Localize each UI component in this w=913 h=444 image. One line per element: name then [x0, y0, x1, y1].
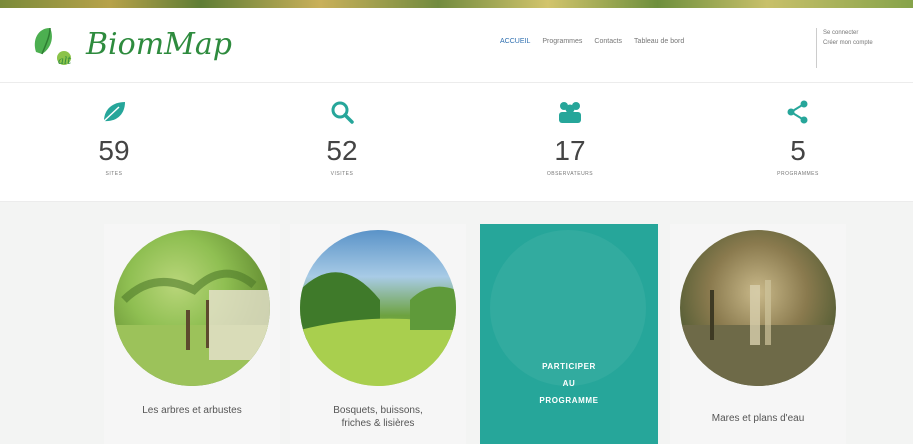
leaf-icon: [103, 102, 125, 122]
stat-value: 59: [98, 135, 130, 166]
habitat-cards: Les arbres et arbustes Bosquets, buisson…: [0, 202, 913, 444]
stat-label: SITES: [105, 171, 123, 177]
pond-photo: [680, 230, 836, 386]
stat-value: 5: [790, 135, 806, 166]
stat-sites: 59 SITES: [0, 83, 228, 203]
top-banner-image: [0, 0, 913, 8]
stat-programmes: 5 PROGRAMMES: [684, 83, 912, 203]
login-box: Se connecter Créer mon compte: [816, 28, 906, 68]
main-nav: ACCUEIL Programmes Contacts Tableau de b…: [500, 38, 684, 45]
stats-bar: 59 SITES 52 VISITES 17 OBSERVATEURS 5 PR…: [0, 82, 913, 202]
svg-text:alt: alt: [58, 56, 72, 67]
participate-button[interactable]: PARTICIPER AU PROGRAMME: [480, 358, 658, 409]
stat-observateurs: 17 OBSERVATEURS: [456, 83, 684, 203]
trees-photo: [114, 230, 270, 386]
cta-line-1: PARTICIPER: [542, 362, 596, 371]
card-caption-1: Bosquets, buissons,: [333, 405, 423, 416]
card-mares[interactable]: Mares et plans d'eau: [670, 224, 846, 444]
signup-link[interactable]: Créer mon compte: [823, 38, 906, 48]
meadow-photo: [300, 230, 456, 386]
stat-value: 52: [326, 135, 358, 166]
card-bosquets[interactable]: Bosquets, buissons, friches & lisières: [290, 224, 466, 444]
cta-line-3: PROGRAMME: [539, 396, 599, 405]
card-caption: Mares et plans d'eau: [711, 413, 805, 424]
leaf-logo-icon: alt: [30, 22, 88, 68]
brand-logo[interactable]: alt BiomMap: [30, 22, 232, 68]
share-icon: [787, 100, 808, 124]
nav-programmes[interactable]: Programmes: [542, 38, 582, 45]
login-link[interactable]: Se connecter: [823, 28, 906, 38]
stat-value: 17: [554, 135, 586, 166]
nav-accueil[interactable]: ACCUEIL: [500, 38, 530, 45]
stat-label: PROGRAMMES: [777, 171, 819, 177]
cta-line-2: AU: [562, 379, 576, 388]
participate-card[interactable]: PARTICIPER AU PROGRAMME: [480, 224, 658, 444]
stat-label: VISITES: [330, 171, 354, 177]
card-caption-2: friches & lisières: [341, 418, 415, 429]
card-arbres[interactable]: Les arbres et arbustes: [104, 224, 280, 444]
brand-name: BiomMap: [86, 27, 232, 62]
nav-contacts[interactable]: Contacts: [594, 38, 622, 45]
nav-tableau-de-bord[interactable]: Tableau de bord: [634, 38, 684, 45]
search-icon: [331, 101, 354, 124]
card-caption: Les arbres et arbustes: [142, 405, 242, 416]
stat-label: OBSERVATEURS: [546, 171, 594, 177]
users-icon: [559, 102, 581, 123]
site-header: alt BiomMap ACCUEIL Programmes Contacts …: [0, 8, 913, 82]
stat-visites: 52 VISITES: [228, 83, 456, 203]
